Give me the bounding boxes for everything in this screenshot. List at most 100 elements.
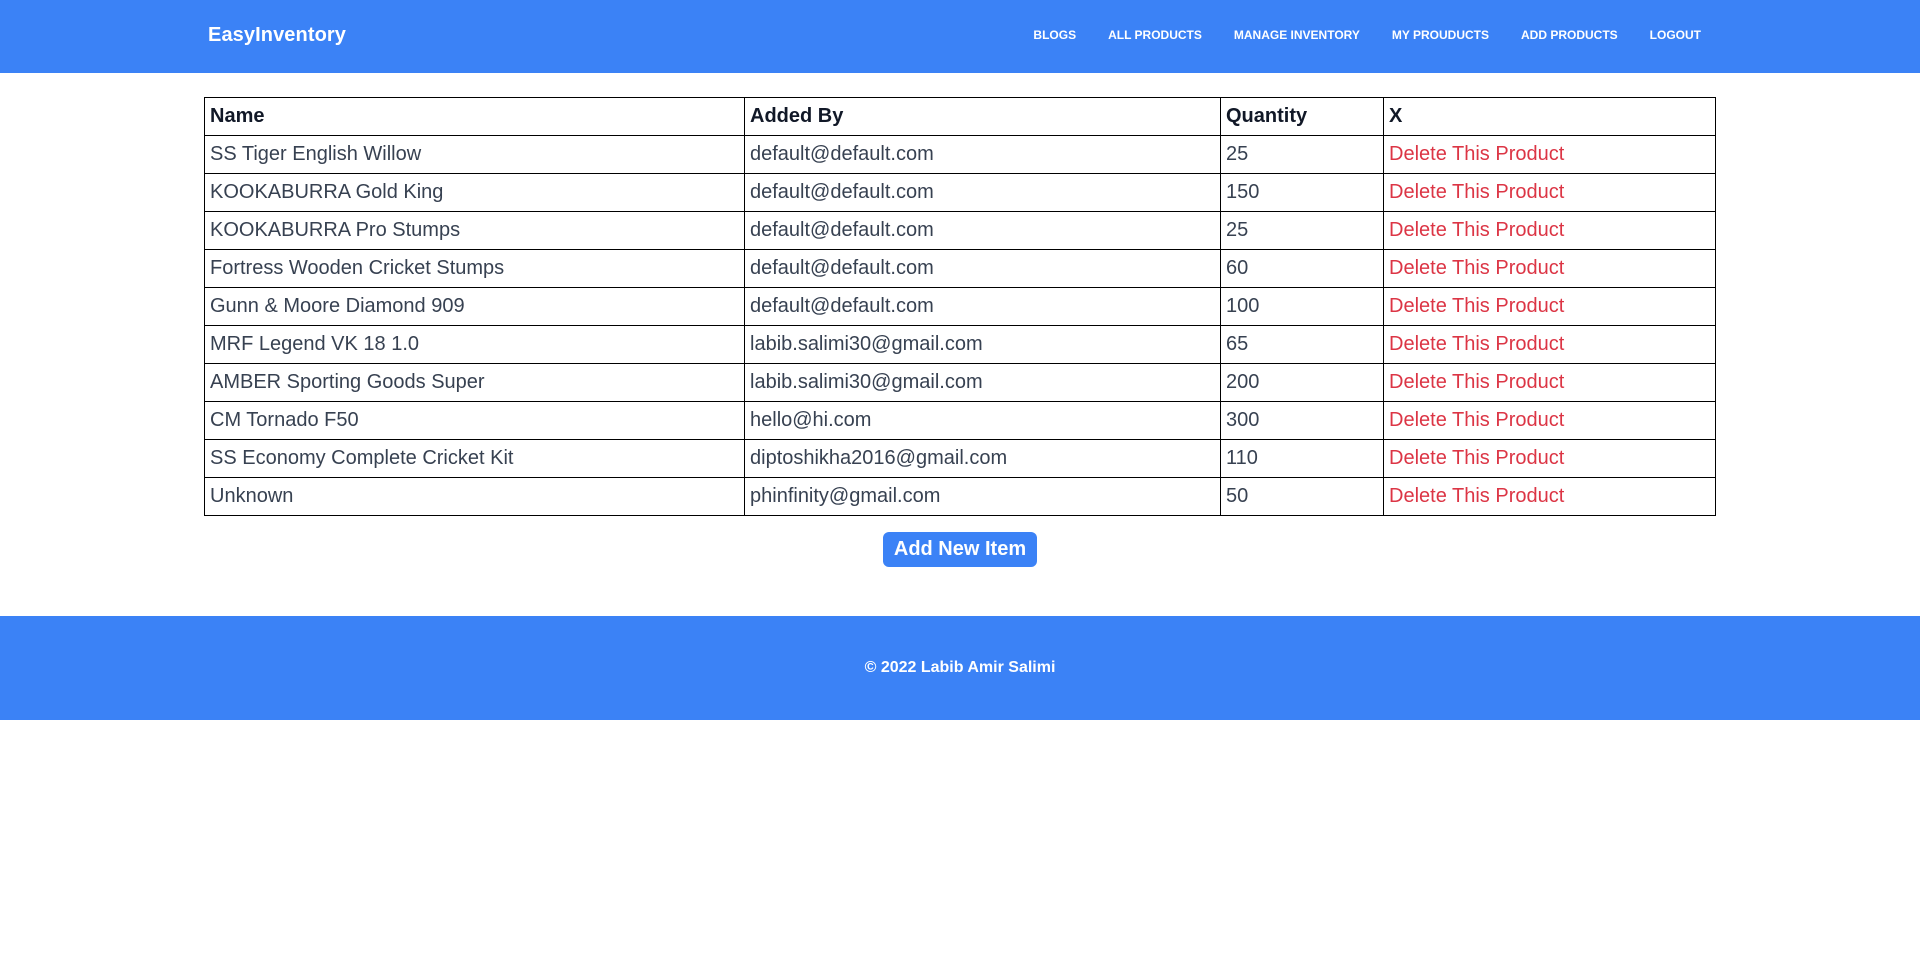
added-by-cell-wrapper: default@default.com — [744, 135, 1221, 174]
navbar: EasyInventory BLOGS ALL PRODUCTS MANAGE … — [0, 0, 1920, 73]
quantity-cell-wrapper: 110 — [1220, 439, 1384, 478]
quantity-cell-wrapper: 200 — [1220, 363, 1384, 402]
header-name: Name — [204, 97, 745, 136]
quantity-cell: 25 — [1226, 143, 1249, 165]
table-row: MRF Legend VK 18 1.0 labib.salimi30@gmail… — [204, 325, 1716, 364]
header-added-by: Added By — [744, 97, 1221, 136]
product-name-cell-wrapper: MRF Legend VK 18 1.0 — [204, 325, 745, 364]
delete-product-link-wrapper[interactable]: Delete This Product — [1383, 211, 1716, 250]
product-name-cell-wrapper: Fortress Wooden Cricket Stumps — [204, 249, 745, 288]
added-by-cell-wrapper: default@default.com — [744, 287, 1221, 326]
product-name-cell: SS Economy Complete Cricket Kit — [210, 447, 514, 469]
header-quantity: Quantity — [1220, 97, 1384, 136]
delete-product-link-wrapper[interactable]: Delete This Product — [1383, 173, 1716, 212]
table-row: Gunn & Moore Diamond 909 default@default.… — [204, 287, 1716, 326]
quantity-cell: 25 — [1226, 219, 1249, 241]
delete-product-link-wrapper[interactable]: Delete This Product — [1383, 325, 1716, 364]
added-by-cell: labib.salimi30@gmail.com — [750, 371, 983, 393]
delete-product-link-wrapper[interactable]: Delete This Product — [1383, 249, 1716, 288]
nav-link-logout[interactable]: LOGOUT — [1650, 28, 1701, 42]
table-row: SS Tiger English Willow default@default.c… — [204, 135, 1716, 174]
delete-product-link[interactable]: Delete This Product — [1389, 333, 1564, 355]
delete-product-link[interactable]: Delete This Product — [1389, 143, 1564, 165]
product-name-cell-wrapper: Gunn & Moore Diamond 909 — [204, 287, 745, 326]
table-body: SS Tiger English Willow default@default.c… — [204, 135, 1716, 516]
nav-link-my-products[interactable]: MY PROUDUCTS — [1392, 28, 1489, 42]
product-name-cell: Fortress Wooden Cricket Stumps — [210, 257, 505, 279]
added-by-cell-wrapper: labib.salimi30@gmail.com — [744, 325, 1221, 364]
brand-logo[interactable]: EasyInventory — [208, 24, 346, 47]
nav-link-all-products[interactable]: ALL PRODUCTS — [1108, 28, 1202, 42]
delete-product-link-wrapper[interactable]: Delete This Product — [1383, 287, 1716, 326]
delete-product-link-wrapper[interactable]: Delete This Product — [1383, 135, 1716, 174]
quantity-cell: 50 — [1226, 485, 1249, 507]
product-name-cell: KOOKABURRA Gold King — [210, 181, 444, 203]
delete-product-link[interactable]: Delete This Product — [1389, 181, 1564, 203]
quantity-cell-wrapper: 25 — [1220, 211, 1384, 250]
product-name-cell-wrapper: KOOKABURRA Pro Stumps — [204, 211, 745, 250]
table-row: KOOKABURRA Pro Stumps default@default.com… — [204, 211, 1716, 250]
added-by-cell: hello@hi.com — [750, 409, 872, 431]
delete-product-link-wrapper[interactable]: Delete This Product — [1383, 401, 1716, 440]
quantity-cell-wrapper: 50 — [1220, 477, 1384, 516]
delete-product-link[interactable]: Delete This Product — [1389, 371, 1564, 393]
added-by-cell-wrapper: phinfinity@gmail.com — [744, 477, 1221, 516]
quantity-cell-wrapper: 150 — [1220, 173, 1384, 212]
added-by-cell: phinfinity@gmail.com — [750, 485, 941, 507]
delete-product-link[interactable]: Delete This Product — [1389, 257, 1564, 279]
added-by-cell-wrapper: default@default.com — [744, 249, 1221, 288]
quantity-cell-wrapper: 25 — [1220, 135, 1384, 174]
quantity-cell: 60 — [1226, 257, 1249, 279]
delete-product-link[interactable]: Delete This Product — [1389, 485, 1564, 507]
nav-link-blogs[interactable]: BLOGS — [1033, 28, 1076, 42]
delete-product-link[interactable]: Delete This Product — [1389, 295, 1564, 317]
add-new-item-button[interactable]: Add New Item — [883, 532, 1037, 567]
added-by-cell: labib.salimi30@gmail.com — [750, 333, 983, 355]
product-name-cell-wrapper: SS Tiger English Willow — [204, 135, 745, 174]
copyright-text: © 2022 Labib Amir Salimi — [864, 659, 1056, 676]
added-by-cell: default@default.com — [750, 143, 934, 165]
product-name-cell: Gunn & Moore Diamond 909 — [210, 295, 465, 317]
nav-link-add-products[interactable]: ADD PRODUCTS — [1521, 28, 1618, 42]
product-name-cell: CM Tornado F50 — [210, 409, 359, 431]
table-row: Unknown phinfinity@gmail.com 50 Delete This… — [204, 477, 1716, 516]
product-name-cell-wrapper: KOOKABURRA Gold King — [204, 173, 745, 212]
table-header-row: Name Added By Quantity X — [204, 97, 1716, 136]
added-by-cell-wrapper: default@default.com — [744, 173, 1221, 212]
header-action: X — [1383, 97, 1716, 136]
nav-link-manage-inventory[interactable]: MANAGE INVENTORY — [1234, 28, 1360, 42]
quantity-cell: 100 — [1226, 295, 1260, 317]
delete-product-link-wrapper[interactable]: Delete This Product — [1383, 477, 1716, 516]
delete-product-link-wrapper[interactable]: Delete This Product — [1383, 439, 1716, 478]
product-name-cell-wrapper: Unknown — [204, 477, 745, 516]
product-name-cell: KOOKABURRA Pro Stumps — [210, 219, 461, 241]
added-by-cell: default@default.com — [750, 257, 934, 279]
quantity-cell-wrapper: 60 — [1220, 249, 1384, 288]
quantity-cell: 200 — [1226, 371, 1260, 393]
quantity-cell: 150 — [1226, 181, 1260, 203]
product-name-cell: SS Tiger English Willow — [210, 143, 422, 165]
table-row: SS Economy Complete Cricket Kit diptoshik… — [204, 439, 1716, 478]
quantity-cell-wrapper: 100 — [1220, 287, 1384, 326]
added-by-cell-wrapper: diptoshikha2016@gmail.com — [744, 439, 1221, 478]
added-by-cell-wrapper: hello@hi.com — [744, 401, 1221, 440]
added-by-cell: default@default.com — [750, 219, 934, 241]
footer: © 2022 Labib Amir Salimi — [0, 616, 1920, 720]
added-by-cell-wrapper: default@default.com — [744, 211, 1221, 250]
delete-product-link-wrapper[interactable]: Delete This Product — [1383, 363, 1716, 402]
added-by-cell: default@default.com — [750, 295, 934, 317]
quantity-cell: 300 — [1226, 409, 1260, 431]
product-name-cell-wrapper: SS Economy Complete Cricket Kit — [204, 439, 745, 478]
delete-product-link[interactable]: Delete This Product — [1389, 409, 1564, 431]
product-name-cell-wrapper: CM Tornado F50 — [204, 401, 745, 440]
product-name-cell: Unknown — [210, 485, 294, 507]
product-name-cell: MRF Legend VK 18 1.0 — [210, 333, 420, 355]
table-row: CM Tornado F50 hello@hi.com 300 Delete This… — [204, 401, 1716, 440]
quantity-cell: 65 — [1226, 333, 1249, 355]
added-by-cell-wrapper: labib.salimi30@gmail.com — [744, 363, 1221, 402]
inventory-table: Name Added By Quantity X SS Tiger Englis… — [204, 97, 1716, 516]
delete-product-link[interactable]: Delete This Product — [1389, 447, 1564, 469]
nav-links: BLOGS ALL PRODUCTS MANAGE INVENTORY MY P… — [1033, 28, 1701, 42]
table-row: AMBER Sporting Goods Super labib.salimi30… — [204, 363, 1716, 402]
delete-product-link[interactable]: Delete This Product — [1389, 219, 1564, 241]
